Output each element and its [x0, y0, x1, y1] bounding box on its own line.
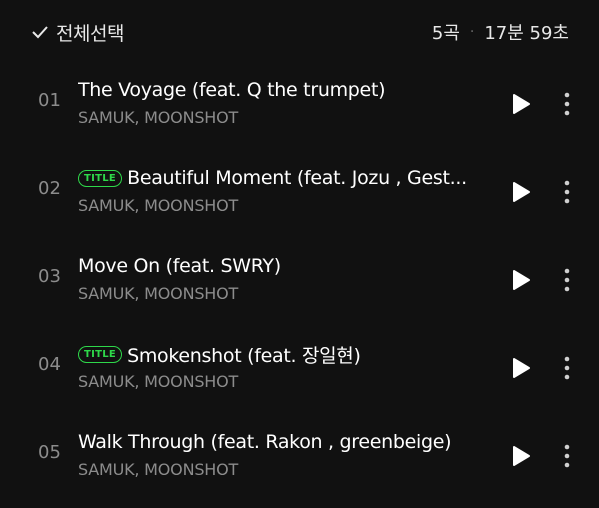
play-button[interactable] — [510, 444, 532, 468]
summary-separator: · — [469, 24, 475, 40]
track-title-line: TITLE Beautiful Moment (feat. Jozu , Ges… — [78, 164, 488, 192]
track-title-line: TITLE Smokenshot (feat. 장일현) — [78, 340, 488, 368]
more-options-button[interactable] — [556, 178, 578, 206]
track-row[interactable]: 05 Walk Through (feat. Rakon , greenbeig… — [0, 414, 599, 502]
track-artist[interactable]: SAMUK, MOONSHOT — [78, 196, 238, 215]
title-track-badge: TITLE — [78, 345, 123, 363]
play-icon — [513, 94, 530, 114]
track-artist[interactable]: SAMUK, MOONSHOT — [78, 372, 238, 391]
total-duration: 17분 59초 — [484, 23, 569, 44]
play-icon — [513, 358, 530, 378]
track-number: 01 — [38, 90, 61, 111]
more-vertical-icon — [564, 444, 570, 468]
more-options-button[interactable] — [556, 442, 578, 470]
more-vertical-icon — [564, 180, 570, 204]
track-artist[interactable]: SAMUK, MOONSHOT — [78, 284, 238, 303]
more-vertical-icon — [564, 92, 570, 116]
track-number: 02 — [38, 178, 61, 199]
more-vertical-icon — [564, 356, 570, 380]
track-title-line: Walk Through (feat. Rakon , greenbeige) — [78, 428, 488, 456]
play-button[interactable] — [510, 92, 532, 116]
more-options-button[interactable] — [556, 354, 578, 382]
track-number: 04 — [38, 354, 61, 375]
check-icon — [30, 22, 50, 42]
track-count: 5곡 — [431, 23, 460, 44]
track-list: 01 The Voyage (feat. Q the trumpet) SAMU… — [0, 62, 599, 502]
more-options-button[interactable] — [556, 266, 578, 294]
track-title: Smokenshot (feat. 장일현) — [127, 344, 361, 367]
track-number: 03 — [38, 266, 61, 287]
track-row[interactable]: 01 The Voyage (feat. Q the trumpet) SAMU… — [0, 62, 599, 150]
track-artist[interactable]: SAMUK, MOONSHOT — [78, 460, 238, 479]
play-button[interactable] — [510, 180, 532, 204]
play-icon — [513, 270, 530, 290]
play-button[interactable] — [510, 268, 532, 292]
track-title: Walk Through (feat. Rakon , greenbeige) — [78, 431, 452, 453]
play-icon — [513, 446, 530, 466]
track-row[interactable]: 03 Move On (feat. SWRY) SAMUK, MOONSHOT — [0, 238, 599, 326]
track-title-line: Move On (feat. SWRY) — [78, 252, 488, 280]
tracklist-header: 전체선택 5곡 · 17분 59초 — [0, 0, 599, 62]
play-icon — [513, 182, 530, 202]
select-all-label: 전체선택 — [56, 22, 124, 45]
more-vertical-icon — [564, 268, 570, 292]
track-number: 05 — [38, 442, 61, 463]
select-all-button[interactable]: 전체선택 — [30, 17, 124, 47]
track-title: The Voyage (feat. Q the trumpet) — [78, 79, 386, 101]
tracklist-summary: 5곡 · 17분 59초 — [432, 17, 569, 47]
track-title-line: The Voyage (feat. Q the trumpet) — [78, 76, 488, 104]
title-track-badge: TITLE — [78, 169, 123, 187]
play-button[interactable] — [510, 356, 532, 380]
track-artist[interactable]: SAMUK, MOONSHOT — [78, 108, 238, 127]
track-title: Move On (feat. SWRY) — [78, 255, 281, 277]
more-options-button[interactable] — [556, 90, 578, 118]
track-title: Beautiful Moment (feat. Jozu , Gest... — [127, 167, 467, 189]
track-row[interactable]: 04 TITLE Smokenshot (feat. 장일현) SAMUK, M… — [0, 326, 599, 414]
track-row[interactable]: 02 TITLE Beautiful Moment (feat. Jozu , … — [0, 150, 599, 238]
